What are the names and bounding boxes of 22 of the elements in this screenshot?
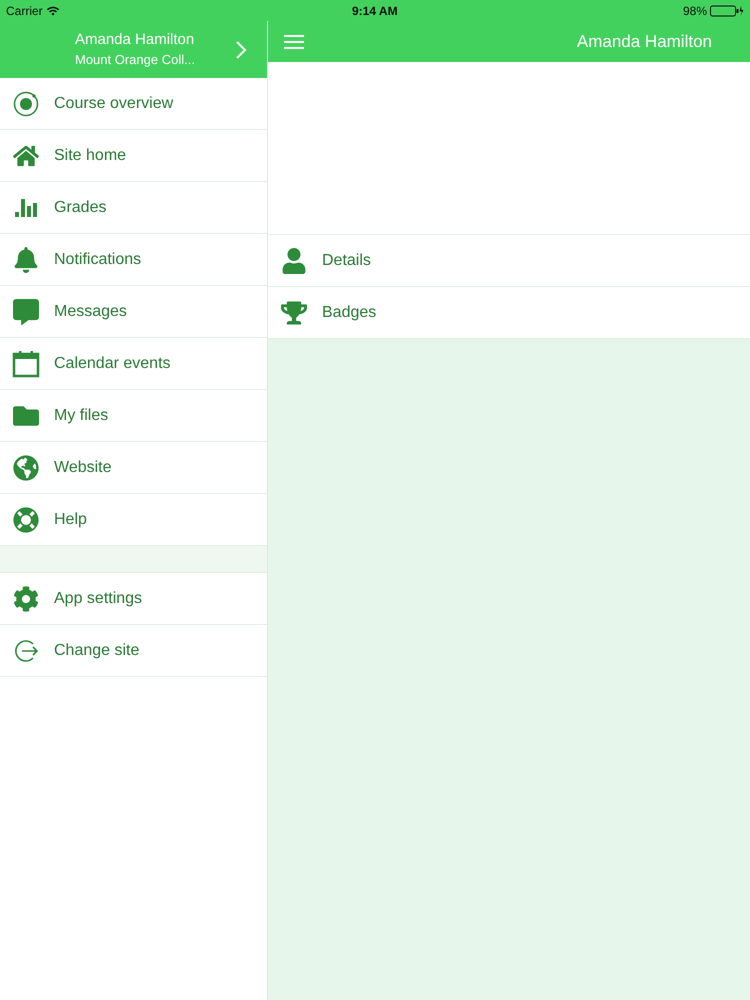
battery-icon: [710, 4, 744, 16]
bell-icon: [13, 246, 39, 272]
battery-percent: 98%: [682, 2, 707, 20]
speech-bubble-icon: [13, 298, 39, 324]
menu-item[interactable]: Badges: [268, 287, 750, 339]
page-title: Amanda Hamilton: [576, 30, 712, 53]
lifebuoy-icon: [13, 506, 39, 532]
menu-icon[interactable]: [284, 34, 304, 50]
user-name: Amanda Hamilton: [75, 30, 196, 50]
settings-icon: [13, 586, 39, 612]
wifi-icon: [46, 4, 59, 16]
target-icon: [13, 90, 39, 116]
trophy-icon: [281, 300, 307, 326]
chevron-right-icon: [235, 40, 247, 60]
status-time: 9:14 AM: [352, 2, 398, 20]
site-name: Mount Orange Coll...: [75, 50, 196, 69]
user-icon: [281, 248, 307, 274]
carrier-label: Carrier: [6, 2, 43, 20]
menu-item[interactable]: Details: [268, 235, 750, 287]
globe-icon: [13, 454, 39, 480]
calendar-icon: [12, 350, 40, 378]
exit-icon: [13, 638, 39, 664]
